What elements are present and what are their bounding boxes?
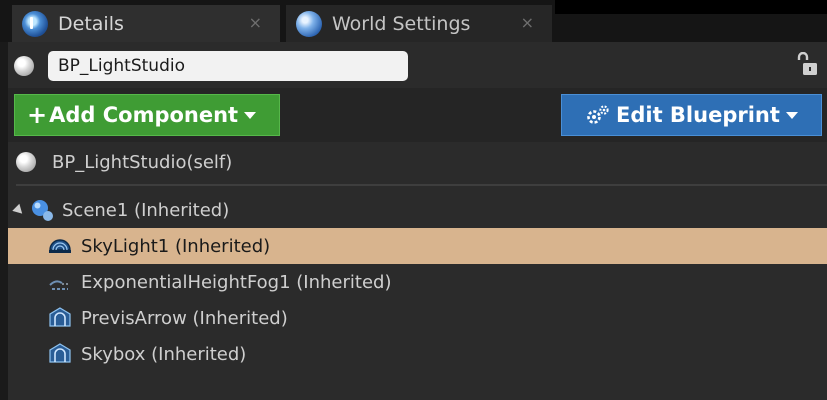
divider — [16, 184, 827, 186]
tree-item-scene1[interactable]: Scene1 (Inherited) — [8, 192, 827, 228]
tree-item-previs-arrow[interactable]: PrevisArrow (Inherited) — [8, 300, 827, 336]
details-panel: + Add Component Edit Blueprint BP_LightS… — [8, 42, 827, 400]
plus-icon: + — [27, 101, 48, 129]
height-fog-icon — [49, 280, 70, 290]
tree-item-skylight1[interactable]: SkyLight1 (Inherited) — [8, 228, 827, 264]
actor-self-label: BP_LightStudio(self) — [52, 151, 233, 173]
scene-icon — [32, 200, 53, 221]
tree-item-skybox[interactable]: Skybox (Inherited) — [8, 336, 827, 372]
components-toolbar: + Add Component Edit Blueprint — [8, 88, 827, 142]
edit-blueprint-label: Edit Blueprint — [616, 103, 780, 127]
edit-blueprint-button[interactable]: Edit Blueprint — [561, 94, 822, 136]
chevron-down-icon — [785, 111, 798, 119]
component-tree: Scene1 (Inherited) SkyLight1 (Inherited)… — [8, 192, 827, 372]
skylight-icon — [49, 239, 71, 253]
close-icon[interactable]: × — [521, 13, 534, 32]
actor-name-input[interactable] — [48, 51, 408, 81]
tree-item-exponential-height-fog1[interactable]: ExponentialHeightFog1 (Inherited) — [8, 264, 827, 300]
tree-item-label: SkyLight1 (Inherited) — [81, 235, 271, 257]
actor-name-row — [8, 42, 827, 88]
details-icon — [22, 10, 48, 37]
tree-item-label: Scene1 (Inherited) — [62, 199, 230, 221]
actor-icon — [14, 56, 34, 76]
tree-item-label: PrevisArrow (Inherited) — [81, 307, 288, 329]
tab-world-settings-label: World Settings — [332, 12, 471, 35]
tab-strip: Details × World Settings × — [0, 0, 827, 42]
tab-strip-background — [555, 0, 827, 14]
expand-arrow-icon[interactable] — [12, 203, 26, 217]
tree-item-label: ExponentialHeightFog1 (Inherited) — [81, 271, 392, 293]
tab-world-settings[interactable]: World Settings × — [286, 5, 552, 42]
chevron-down-icon — [244, 111, 257, 119]
close-icon[interactable]: × — [249, 13, 262, 32]
gears-icon — [587, 105, 609, 124]
tab-details-label: Details — [58, 12, 124, 35]
add-component-button[interactable]: + Add Component — [14, 94, 280, 136]
world-settings-icon — [296, 10, 322, 37]
actor-icon — [16, 152, 36, 172]
tab-details[interactable]: Details × — [12, 5, 280, 42]
lock-icon[interactable] — [795, 52, 819, 78]
tree-item-label: Skybox (Inherited) — [81, 343, 247, 365]
add-component-label: Add Component — [49, 103, 239, 127]
actor-self-row[interactable]: BP_LightStudio(self) — [8, 142, 827, 182]
static-mesh-icon — [49, 307, 71, 327]
static-mesh-icon — [49, 343, 71, 363]
